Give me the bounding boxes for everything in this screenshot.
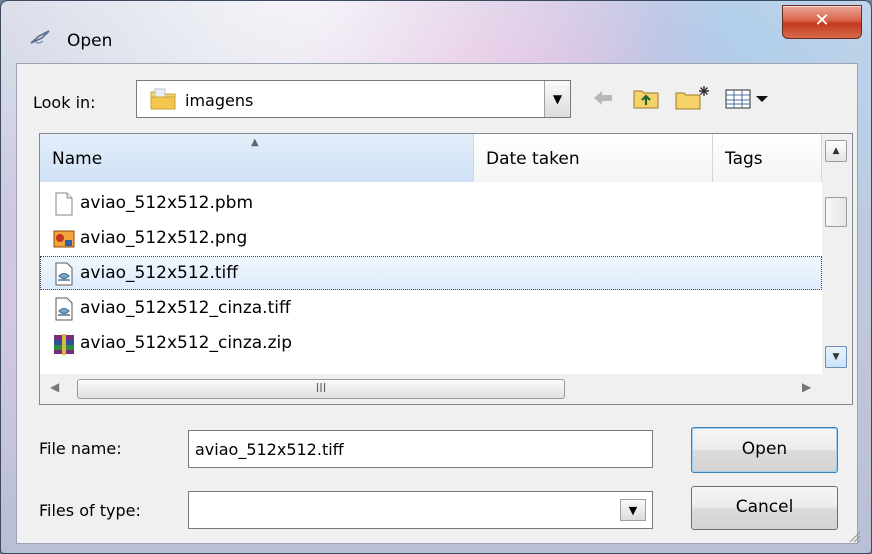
file-list-view[interactable]: Name ▲ Date taken Tags aviao_512x512.pbm… xyxy=(39,133,853,405)
open-button[interactable]: Open xyxy=(691,427,838,473)
column-header-date-taken[interactable]: Date taken xyxy=(474,134,713,182)
sort-ascending-icon: ▲ xyxy=(251,137,259,148)
blank-file-icon xyxy=(55,192,73,216)
chevron-up-icon: ▲ xyxy=(832,146,840,156)
scroll-up-button[interactable]: ▲ xyxy=(825,140,847,162)
horizontal-scroll-thumb[interactable]: III xyxy=(77,379,565,399)
file-name: aviao_512x512.tiff xyxy=(80,263,238,283)
file-name-input[interactable]: aviao_512x512.tiff xyxy=(188,430,653,468)
scroll-left-icon[interactable]: ◀ xyxy=(50,380,59,394)
look-in-combo[interactable]: imagens ▼ xyxy=(136,80,571,118)
grip-icon: III xyxy=(315,381,327,395)
scrollbar-corner xyxy=(822,374,852,404)
close-icon: ✕ xyxy=(814,10,830,31)
look-in-label: Look in: xyxy=(33,93,96,112)
file-name: aviao_512x512.pbm xyxy=(80,193,254,213)
java-app-icon xyxy=(30,30,50,44)
file-name: aviao_512x512.png xyxy=(80,228,248,248)
tiff-file-icon xyxy=(55,297,73,321)
look-in-value: imagens xyxy=(185,91,254,110)
cancel-button[interactable]: Cancel xyxy=(691,486,838,530)
file-name-label: File name: xyxy=(39,439,122,458)
close-button[interactable]: ✕ xyxy=(782,5,862,39)
list-item[interactable]: aviao_512x512_cinza.zip xyxy=(40,326,822,360)
files-of-type-dropdown-button[interactable]: ▼ xyxy=(620,499,646,521)
files-of-type-combo[interactable]: ▼ xyxy=(188,491,653,529)
rar-archive-icon xyxy=(54,334,74,355)
title-bar[interactable]: Open ✕ xyxy=(1,1,871,51)
window-title: Open xyxy=(67,31,113,51)
list-item[interactable]: aviao_512x512_cinza.tiff xyxy=(40,291,822,325)
scroll-right-icon[interactable]: ▶ xyxy=(802,380,811,394)
column-header-name[interactable]: Name ▲ xyxy=(40,134,474,182)
chevron-down-icon: ▼ xyxy=(832,352,840,362)
folder-icon xyxy=(150,88,176,110)
file-name: aviao_512x512_cinza.zip xyxy=(80,333,293,353)
tiff-file-icon xyxy=(55,262,73,286)
scroll-down-button[interactable]: ▼ xyxy=(825,346,847,368)
back-arrow-icon[interactable] xyxy=(591,84,615,112)
list-item-selected[interactable]: aviao_512x512.tiff xyxy=(40,256,822,290)
column-header-tags[interactable]: Tags xyxy=(713,134,822,182)
resize-grip-icon[interactable] xyxy=(847,529,861,543)
horizontal-scrollbar[interactable]: ◀ III ▶ xyxy=(40,374,822,404)
vertical-scrollbar[interactable]: ▲ ▼ xyxy=(822,134,852,374)
image-file-icon xyxy=(53,230,75,248)
chevron-down-icon: ▼ xyxy=(552,92,563,106)
up-folder-icon[interactable] xyxy=(631,84,661,112)
list-item[interactable]: aviao_512x512.pbm xyxy=(40,186,822,220)
vertical-scroll-thumb[interactable] xyxy=(825,197,847,227)
look-in-dropdown-button[interactable]: ▼ xyxy=(544,81,570,117)
view-menu-icon[interactable] xyxy=(723,84,779,112)
list-item[interactable]: aviao_512x512.png xyxy=(40,221,822,255)
dialog-window: Open ✕ Look in: imagens ▼ Name ▲ Date ta… xyxy=(0,0,872,554)
files-of-type-label: Files of type: xyxy=(39,501,141,520)
chevron-down-icon: ▼ xyxy=(628,504,638,517)
new-folder-icon[interactable] xyxy=(673,84,713,112)
file-name: aviao_512x512_cinza.tiff xyxy=(80,298,291,318)
